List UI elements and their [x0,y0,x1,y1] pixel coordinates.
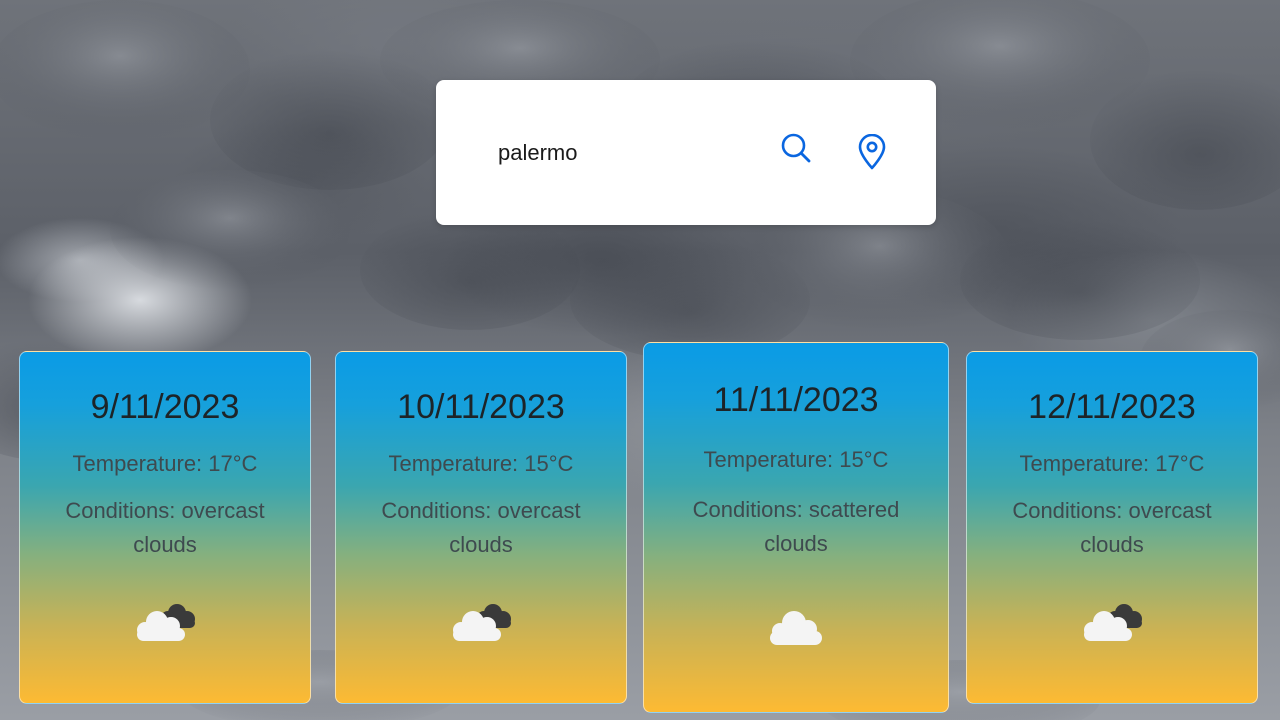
forecast-conditions: Conditions: overcast clouds [65,498,265,557]
search-panel [436,80,936,225]
forecast-date: 12/11/2023 [1028,388,1196,426]
forecast-date: 11/11/2023 [713,381,879,419]
city-search-input[interactable] [498,136,738,170]
forecast-conditions: Conditions: scattered clouds [692,497,900,556]
forecast-temperature: Temperature: 17°C [72,451,258,476]
current-location-button[interactable] [852,132,892,172]
forecast-card: 9/11/2023 Temperature: 17°C Conditions: … [19,351,311,704]
forecast-date: 10/11/2023 [397,388,565,426]
cloud-icon [770,611,822,645]
broken-clouds-icon [137,604,195,641]
forecast-card: 11/11/2023 Temperature: 15°C Conditions:… [643,342,949,713]
forecast-date: 9/11/2023 [90,388,240,426]
forecast-card: 12/11/2023 Temperature: 17°C Conditions:… [966,351,1258,704]
forecast-conditions: Conditions: overcast clouds [1012,498,1212,557]
broken-clouds-icon [1084,604,1142,641]
search-button[interactable] [776,128,816,168]
forecast-temperature: Temperature: 17°C [1019,451,1205,476]
broken-clouds-icon [453,604,511,641]
map-pin-icon [858,134,886,170]
search-icon [781,133,811,163]
forecast-conditions: Conditions: overcast clouds [381,498,581,557]
forecast-temperature: Temperature: 15°C [388,451,574,476]
forecast-temperature: Temperature: 15°C [703,447,889,472]
forecast-card: 10/11/2023 Temperature: 15°C Conditions:… [335,351,627,704]
